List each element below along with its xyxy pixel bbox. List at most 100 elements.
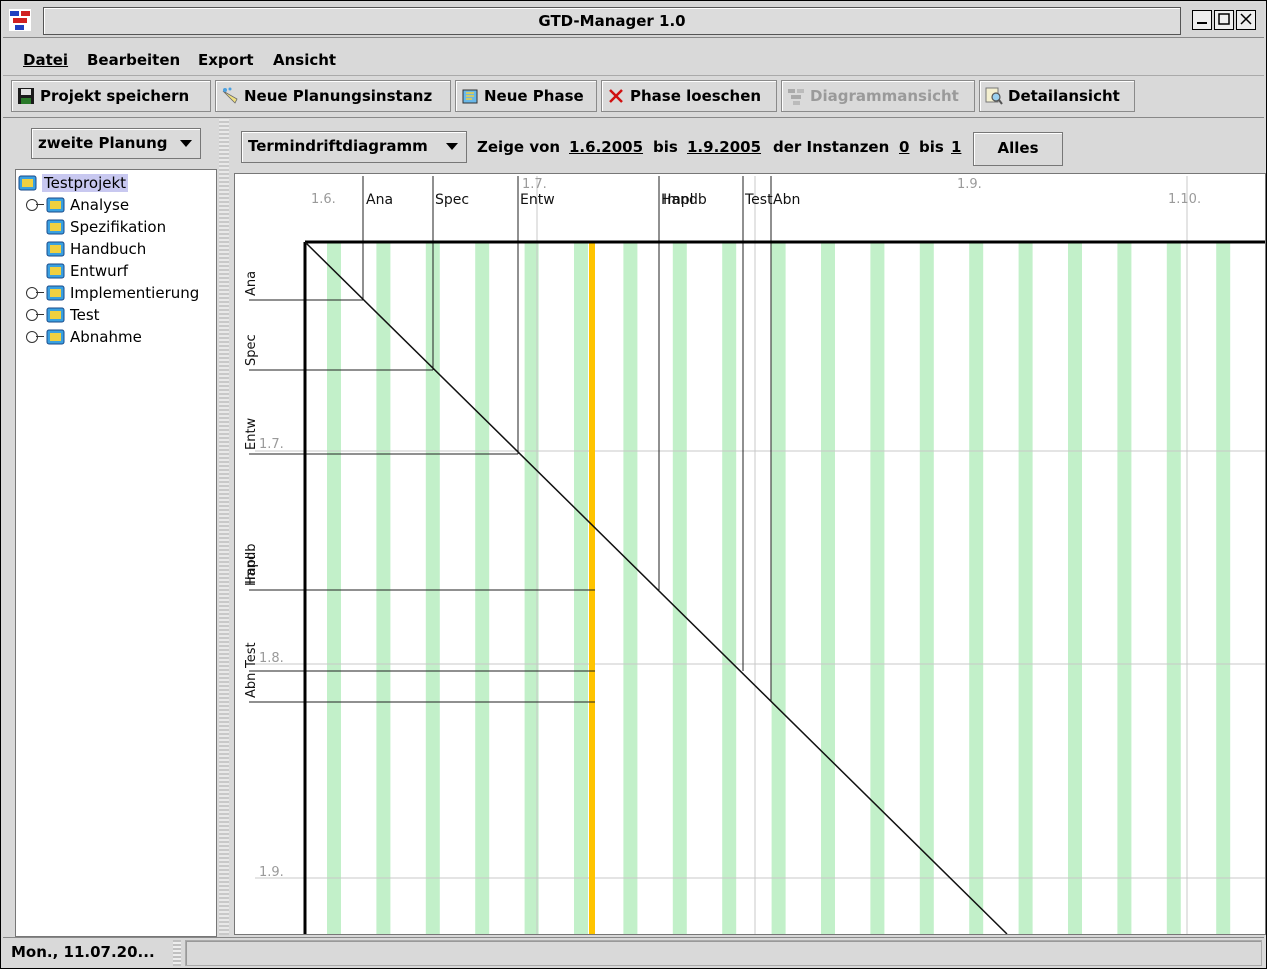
weekend-stripe xyxy=(672,242,687,934)
title-bar: GTD-Manager 1.0 xyxy=(3,3,1264,38)
show-from-label: Zeige von xyxy=(477,138,561,156)
diagonal-reference-line xyxy=(304,241,1008,934)
today-marker xyxy=(589,242,595,934)
weekend-stripe xyxy=(376,242,391,934)
phase-icon xyxy=(462,89,478,104)
termindrift-chart[interactable]: 1.6. 1.7. 1.9. 1.10. 1.7. 1.8. 1.9. Ana … xyxy=(234,173,1266,935)
x-phase-label: Test xyxy=(744,192,773,208)
delete-phase-label: Phase loeschen xyxy=(630,87,762,105)
phase-node-icon xyxy=(46,307,65,323)
weekend-stripe xyxy=(919,242,934,934)
diagram-type-select[interactable]: Termindriftdiagramm xyxy=(241,131,467,163)
phase-node-icon xyxy=(46,197,65,213)
y-phase-label: Abn xyxy=(244,673,259,698)
new-phase-button[interactable]: Neue Phase xyxy=(455,80,597,112)
tree-item-label: Abnahme xyxy=(70,328,142,346)
delete-phase-button[interactable]: Phase loeschen xyxy=(601,80,777,112)
y-phase-label: Impl xyxy=(244,556,259,584)
tree-node-root[interactable]: Testprojekt xyxy=(18,172,129,194)
main-window: GTD-Manager 1.0 Datei Bearbeiten Export … xyxy=(0,0,1267,969)
x-phase-label: Abn xyxy=(773,192,800,208)
project-icon xyxy=(18,175,37,191)
y-phase-label: Ana xyxy=(244,271,259,296)
y-phase-label: Test xyxy=(244,642,259,669)
weekend-stripe xyxy=(574,242,588,934)
weekend-stripe xyxy=(1068,242,1082,934)
instance-to-field[interactable]: 1 xyxy=(951,138,961,156)
floppy-disk-icon xyxy=(18,88,34,104)
toolbar: Projekt speichern Neue Planungsinstanz N… xyxy=(3,77,1264,118)
weekend-stripe xyxy=(475,242,490,934)
expand-icon[interactable] xyxy=(26,199,44,211)
tree-item-analyse[interactable]: Analyse xyxy=(26,194,129,216)
diagram-type-value: Termindriftdiagramm xyxy=(248,137,428,155)
tree-item-label: Handbuch xyxy=(70,240,147,258)
tree-root-label: Testprojekt xyxy=(42,174,129,192)
menu-datei[interactable]: Datei xyxy=(23,51,68,69)
status-bar: Mon., 11.07.20... xyxy=(3,937,1264,968)
date-to-field[interactable]: 1.9.2005 xyxy=(687,138,761,156)
maximize-icon[interactable] xyxy=(1214,10,1234,30)
tree-item-label: Implementierung xyxy=(70,284,200,302)
tree-item-label: Analyse xyxy=(70,196,130,214)
weekend-stripe xyxy=(1018,242,1033,934)
weekend-stripe xyxy=(870,242,885,934)
tree-item-test[interactable]: Test xyxy=(26,304,100,326)
expand-icon[interactable] xyxy=(26,309,44,321)
planning-select[interactable]: zweite Planung xyxy=(31,128,201,159)
new-instance-button[interactable]: Neue Planungsinstanz xyxy=(215,80,451,112)
tree-item-handbuch[interactable]: Handbuch xyxy=(46,238,146,260)
menu-bearbeiten[interactable]: Bearbeiten xyxy=(87,51,180,69)
x-date-tick: 1.7. xyxy=(522,177,547,192)
date-from-field[interactable]: 1.6.2005 xyxy=(569,138,643,156)
menu-export[interactable]: Export xyxy=(198,51,254,69)
project-tree[interactable]: Testprojekt Analyse Spezifikation Handbu… xyxy=(15,169,217,937)
chart-canvas: 1.6. 1.7. 1.9. 1.10. 1.7. 1.8. 1.9. Ana … xyxy=(244,176,1265,934)
status-grip[interactable] xyxy=(173,940,181,966)
save-project-button[interactable]: Projekt speichern xyxy=(11,80,211,112)
window-title: GTD-Manager 1.0 xyxy=(43,7,1181,35)
weekend-stripe xyxy=(722,242,737,934)
weekend-stripe xyxy=(821,242,835,934)
weekend-stripe xyxy=(327,242,341,934)
tree-item-implementierung[interactable]: Implementierung xyxy=(26,282,199,304)
weekend-stripe xyxy=(1117,242,1132,934)
status-message xyxy=(185,940,1262,966)
close-icon[interactable] xyxy=(1236,10,1256,30)
planning-select-value: zweite Planung xyxy=(38,134,168,152)
phase-node-icon xyxy=(46,263,65,279)
diagram-view-button[interactable]: Diagrammansicht xyxy=(781,80,975,112)
tree-item-abnahme[interactable]: Abnahme xyxy=(26,326,142,348)
x-phase-label: Spec xyxy=(435,192,469,208)
expand-icon[interactable] xyxy=(26,331,44,343)
x-date-tick: 1.6. xyxy=(311,192,336,207)
diagram-panel: Termindriftdiagramm Zeige von 1.6.2005 b… xyxy=(231,119,1266,935)
detail-view-button[interactable]: Detailansicht xyxy=(979,80,1135,112)
delete-x-icon xyxy=(609,89,623,103)
app-icon xyxy=(9,9,31,31)
instances-label: der Instanzen xyxy=(773,138,890,156)
weekend-stripe xyxy=(1166,242,1181,934)
y-phase-label: Entw xyxy=(244,417,259,450)
x-date-tick: 1.9. xyxy=(957,177,982,192)
status-date: Mon., 11.07.20... xyxy=(11,943,155,961)
tree-item-entwurf[interactable]: Entwurf xyxy=(46,260,128,282)
y-date-tick: 1.9. xyxy=(259,865,284,880)
x-phase-label: Impl xyxy=(663,192,694,208)
diagram-icon xyxy=(788,89,804,105)
menu-ansicht[interactable]: Ansicht xyxy=(273,51,336,69)
minimize-icon[interactable] xyxy=(1192,10,1212,30)
tree-item-label: Entwurf xyxy=(70,262,129,280)
new-instance-label: Neue Planungsinstanz xyxy=(244,87,433,105)
y-date-tick: 1.8. xyxy=(259,651,284,666)
split-pane-divider[interactable] xyxy=(219,119,229,935)
diagram-controls: Termindriftdiagramm Zeige von 1.6.2005 b… xyxy=(231,119,1266,171)
weekend-stripes xyxy=(327,242,1231,934)
chevron-down-icon xyxy=(180,140,192,147)
tree-item-spezifikation[interactable]: Spezifikation xyxy=(46,216,166,238)
y-phase-label: Spec xyxy=(244,334,259,366)
instance-from-field[interactable]: 0 xyxy=(899,138,909,156)
expand-icon[interactable] xyxy=(26,287,44,299)
phase-node-icon xyxy=(46,285,65,301)
show-all-button[interactable]: Alles xyxy=(973,132,1063,166)
